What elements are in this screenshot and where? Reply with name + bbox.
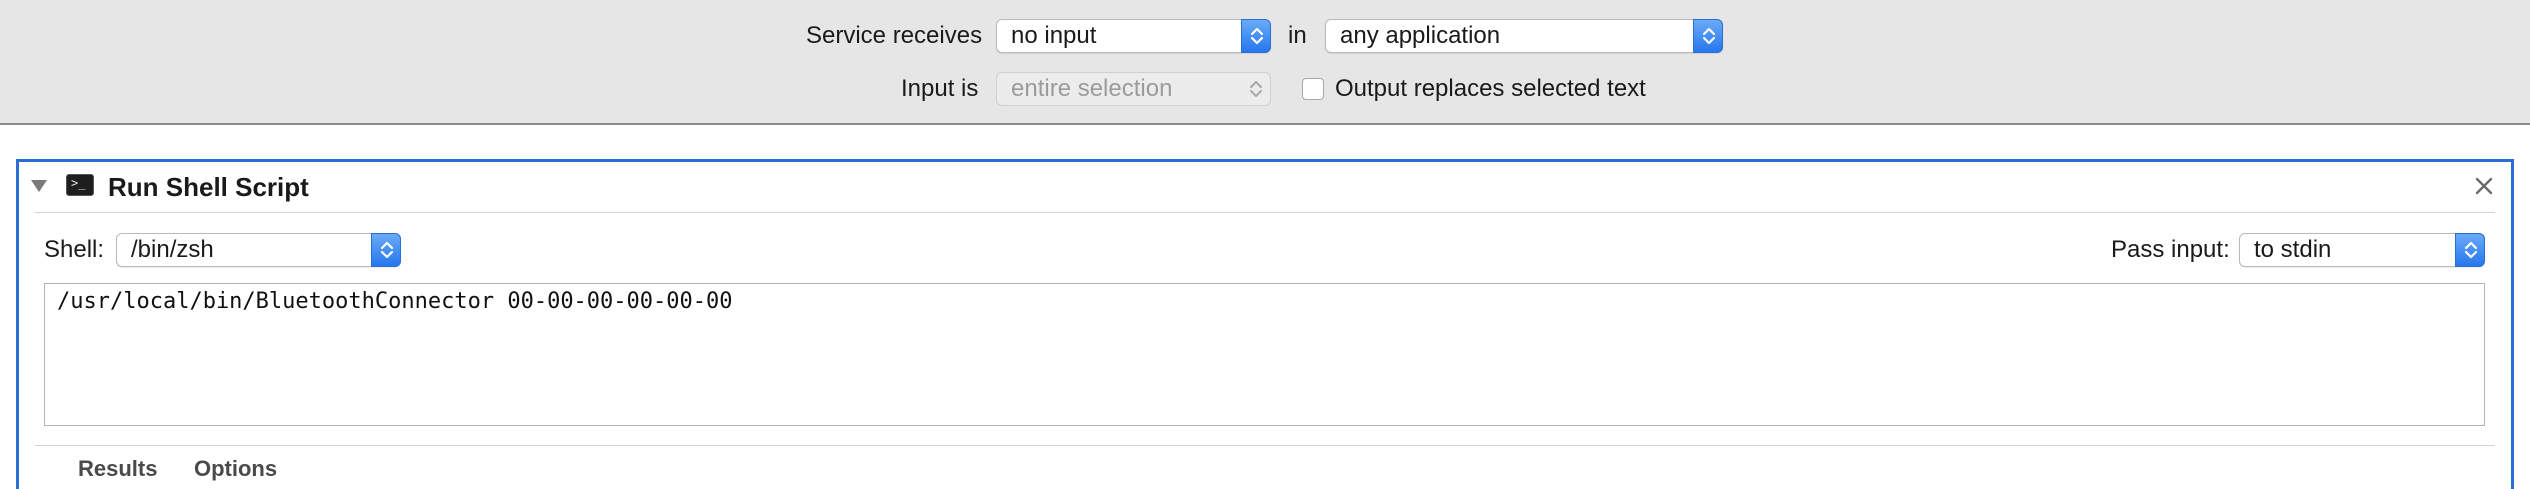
terminal-icon: >_ [66, 174, 94, 196]
output-replaces-checkbox[interactable] [1302, 78, 1324, 100]
close-icon[interactable] [2471, 173, 2497, 199]
service-receives-value: no input [1011, 22, 1097, 49]
footer-divider [35, 445, 2495, 446]
script-editor[interactable]: /usr/local/bin/BluetoothConnector 00-00-… [44, 283, 2485, 426]
application-value: any application [1340, 22, 1501, 49]
script-text: /usr/local/bin/BluetoothConnector 00-00-… [57, 289, 733, 314]
application-popup[interactable]: any application [1325, 19, 1723, 53]
popup-stepper-icon [1693, 19, 1723, 53]
service-receives-popup[interactable]: no input [996, 19, 1271, 53]
popup-stepper-icon [1248, 78, 1264, 105]
disclosure-triangle-icon[interactable] [30, 179, 48, 198]
pass-input-popup[interactable]: to stdin [2239, 233, 2485, 267]
pass-input-label: Pass input: [2111, 236, 2230, 263]
input-is-popup[interactable]: entire selection [996, 72, 1271, 106]
shell-label: Shell: [44, 236, 105, 263]
popup-stepper-icon [2455, 233, 2485, 267]
service-settings-bar: Service receives no input in any applica… [0, 0, 2530, 125]
service-receives-label: Service receives [806, 22, 983, 49]
input-is-label: Input is [901, 75, 979, 102]
tab-options[interactable]: Options [194, 455, 277, 483]
output-replaces-label: Output replaces selected text [1335, 75, 1646, 102]
action-title: Run Shell Script [108, 172, 309, 202]
tab-results[interactable]: Results [78, 455, 157, 483]
input-is-value: entire selection [1011, 75, 1173, 102]
popup-stepper-icon [371, 233, 401, 267]
popup-stepper-icon [1241, 19, 1271, 53]
header-divider [35, 212, 2495, 213]
pass-input-value: to stdin [2254, 236, 2332, 263]
action-header: >_ Run Shell Script [19, 162, 2511, 212]
shell-popup[interactable]: /bin/zsh [116, 233, 401, 267]
in-label: in [1288, 22, 1307, 49]
shell-value: /bin/zsh [131, 236, 214, 263]
run-shell-script-action: >_ Run Shell Script Shell: /bin/zsh Pass… [16, 159, 2514, 489]
